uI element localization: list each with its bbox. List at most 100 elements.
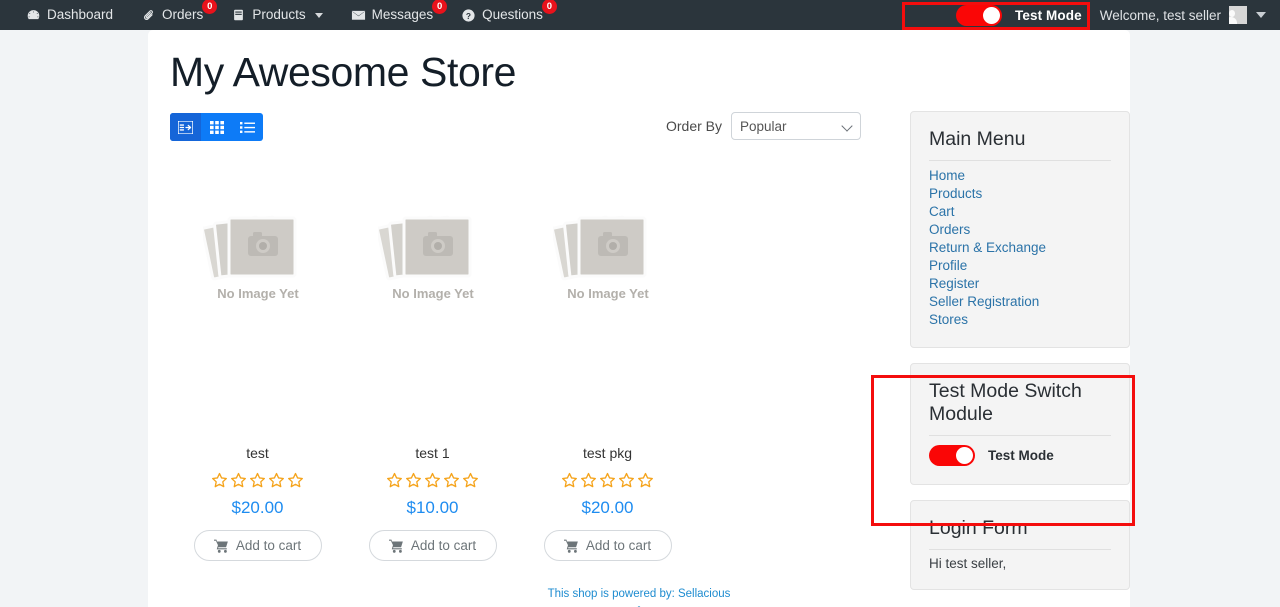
star-icon xyxy=(211,472,228,489)
paperclip-icon xyxy=(141,8,156,23)
star-icon xyxy=(462,472,479,489)
product-price: $20.00 xyxy=(231,498,284,517)
view-mode-detail-button[interactable] xyxy=(170,113,201,141)
list-view-icon xyxy=(240,121,255,134)
sidebar-item-orders[interactable]: Orders xyxy=(929,221,1111,239)
order-by-select[interactable]: Popular xyxy=(731,112,862,140)
test-mode-toggle-sidebar[interactable] xyxy=(929,445,975,466)
add-to-cart-label: Add to cart xyxy=(585,538,652,553)
nav-label-questions: Questions xyxy=(482,7,543,22)
svg-text:No Image Yet: No Image Yet xyxy=(567,286,649,301)
star-icon xyxy=(424,472,441,489)
messages-badge: 0 xyxy=(432,0,448,14)
sidebar-item-cart[interactable]: Cart xyxy=(929,203,1111,221)
star-icon xyxy=(230,472,247,489)
cart-icon xyxy=(388,539,404,553)
product-rating-stars[interactable] xyxy=(211,472,304,489)
star-icon xyxy=(443,472,460,489)
star-icon xyxy=(599,472,616,489)
product-price: $10.00 xyxy=(406,498,459,517)
orders-badge: 0 xyxy=(202,0,218,14)
star-icon xyxy=(580,472,597,489)
add-to-cart-button[interactable]: Add to cart xyxy=(368,530,497,561)
navbar-right: Test Mode Welcome, test seller xyxy=(914,0,1280,30)
avatar-head xyxy=(1229,10,1236,17)
test-mode-toggle-row: Test Mode xyxy=(929,445,1111,466)
view-mode-button-group xyxy=(170,113,263,141)
add-to-cart-label: Add to cart xyxy=(410,538,477,553)
product-image-placeholder: No Image Yet xyxy=(550,200,663,310)
add-to-cart-button[interactable]: Add to cart xyxy=(543,530,672,561)
add-to-cart-button[interactable]: Add to cart xyxy=(193,530,322,561)
star-icon xyxy=(386,472,403,489)
sidebar-item-seller-registration[interactable]: Seller Registration xyxy=(929,293,1111,311)
star-icon xyxy=(561,472,578,489)
view-mode-list-button[interactable] xyxy=(232,113,263,141)
test-mode-toggle-navbar[interactable] xyxy=(956,4,1003,26)
main-menu-module: Main Menu Home Products Cart Orders Retu… xyxy=(910,111,1130,348)
product-card[interactable]: No Image Yet test $20.00 Add to cart xyxy=(170,175,345,561)
toggle-knob xyxy=(956,447,973,464)
sidebar-item-products[interactable]: Products xyxy=(929,185,1111,203)
nav-item-products[interactable]: Products xyxy=(217,0,336,30)
star-icon xyxy=(268,472,285,489)
svg-text:No Image Yet: No Image Yet xyxy=(217,286,299,301)
welcome-text: Welcome, test seller xyxy=(1099,7,1221,23)
product-card[interactable]: No Image Yet test 1 $10.00 Add to cart xyxy=(345,175,520,561)
questions-badge: 0 xyxy=(541,0,557,14)
top-navbar: Dashboard Orders 0 Products Messages 0 ?… xyxy=(0,0,1280,30)
order-by-label: Order By xyxy=(666,118,723,134)
product-name: test pkg xyxy=(582,445,633,461)
nav-item-orders[interactable]: Orders 0 xyxy=(127,0,218,30)
star-icon xyxy=(249,472,266,489)
product-rating-stars[interactable] xyxy=(561,472,654,489)
cart-icon xyxy=(213,539,229,553)
product-grid: No Image Yet test $20.00 Add to cart No … xyxy=(170,175,695,561)
test-mode-switch-module: Test Mode Switch Module Test Mode xyxy=(910,363,1130,485)
sidebar-item-home[interactable]: Home xyxy=(929,167,1111,185)
sidebar-item-stores[interactable]: Stores xyxy=(929,311,1111,329)
product-rating-stars[interactable] xyxy=(386,472,479,489)
star-icon xyxy=(405,472,422,489)
svg-text:No Image Yet: No Image Yet xyxy=(392,286,474,301)
star-icon xyxy=(618,472,635,489)
login-greeting: Hi test seller, xyxy=(929,556,1007,571)
product-image-placeholder: No Image Yet xyxy=(375,200,488,310)
view-mode-grid-button[interactable] xyxy=(201,113,232,141)
sidebar: Main Menu Home Products Cart Orders Retu… xyxy=(910,111,1130,590)
sidebar-item-return-exchange[interactable]: Return & Exchange xyxy=(929,239,1111,257)
detail-view-icon xyxy=(178,120,193,134)
toggle-knob xyxy=(983,6,1001,24)
envelope-icon xyxy=(351,8,366,23)
add-to-cart-label: Add to cart xyxy=(235,538,302,553)
user-menu-chevron-down-icon[interactable] xyxy=(1256,12,1266,18)
question-circle-icon: ? xyxy=(461,8,476,23)
sellacious-logo-icon xyxy=(148,602,1130,607)
nav-item-questions[interactable]: ? Questions 0 xyxy=(447,0,557,30)
test-mode-navbar-label: Test Mode xyxy=(1015,7,1082,23)
svg-text:?: ? xyxy=(466,10,471,20)
nav-item-dashboard[interactable]: Dashboard xyxy=(12,0,127,30)
nav-label-products: Products xyxy=(252,7,306,22)
sidebar-item-register[interactable]: Register xyxy=(929,275,1111,293)
product-image-placeholder: No Image Yet xyxy=(200,200,313,310)
star-icon xyxy=(637,472,654,489)
product-name: test 1 xyxy=(415,445,450,461)
test-mode-module-title: Test Mode Switch Module xyxy=(929,380,1111,436)
chevron-down-icon xyxy=(314,12,323,18)
nav-label-orders: Orders xyxy=(162,7,204,22)
store-page-container: My Awesome Store Order By Popular No Ima… xyxy=(148,30,1130,607)
product-card[interactable]: No Image Yet test pkg $20.00 Add to cart xyxy=(520,175,695,561)
nav-label-dashboard: Dashboard xyxy=(47,7,114,22)
navbar-menu: Dashboard Orders 0 Products Messages 0 ?… xyxy=(0,0,557,30)
sidebar-item-profile[interactable]: Profile xyxy=(929,257,1111,275)
nav-item-messages[interactable]: Messages 0 xyxy=(337,0,448,30)
star-icon xyxy=(287,472,304,489)
grid-view-icon xyxy=(209,120,224,134)
login-form-title: Login Form xyxy=(929,517,1111,550)
main-menu-title: Main Menu xyxy=(929,128,1111,161)
test-mode-sidebar-label: Test Mode xyxy=(988,448,1054,463)
dashboard-icon xyxy=(26,8,41,23)
order-by-control: Order By Popular xyxy=(666,112,862,140)
avatar[interactable] xyxy=(1229,6,1247,24)
